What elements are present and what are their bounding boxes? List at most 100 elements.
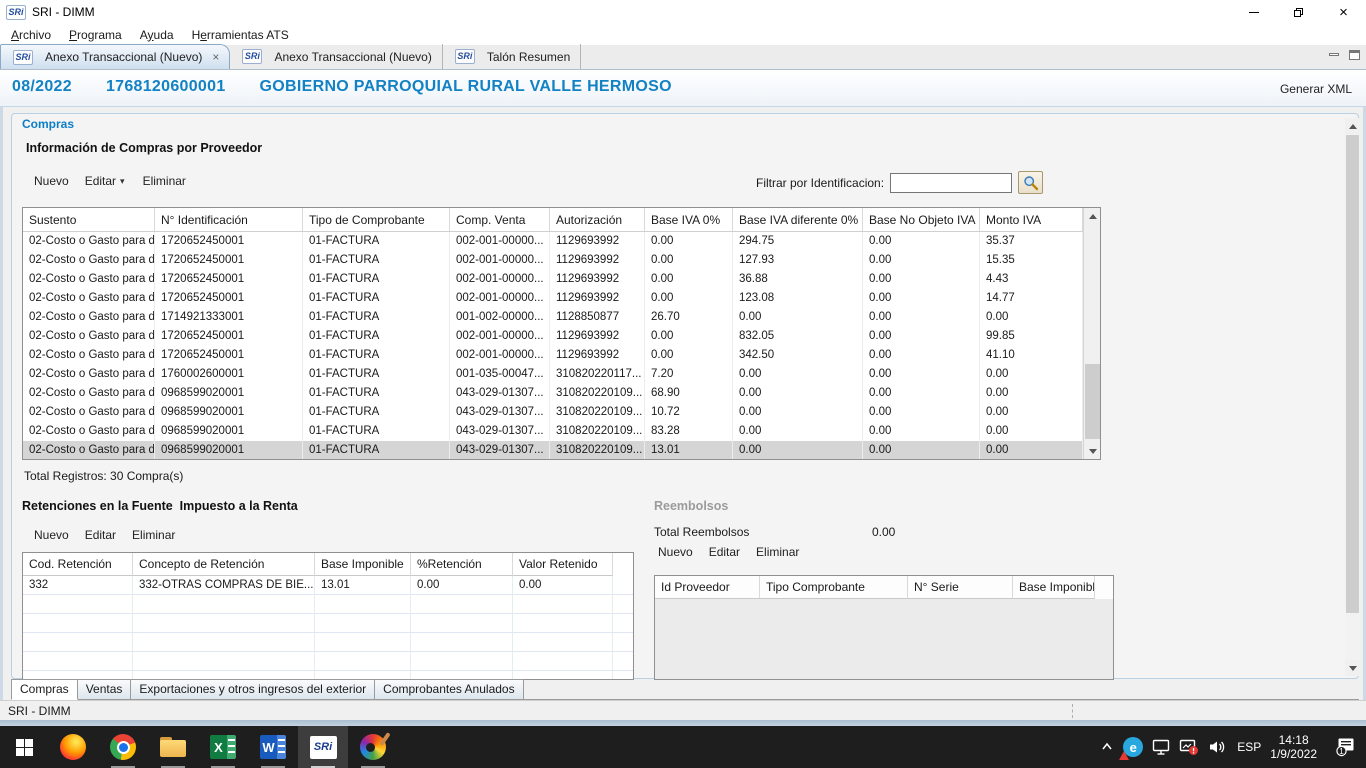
filter-input[interactable] (890, 173, 1012, 193)
column-header[interactable]: Base No Objeto IVA (863, 208, 980, 231)
column-header[interactable]: Sustento (23, 208, 155, 231)
table-row[interactable]: 02-Costo o Gasto para d...1720652450001 … (23, 327, 1083, 346)
volume-tray-button[interactable] (1208, 739, 1228, 755)
editar-dropdown-icon[interactable]: ▾ (118, 176, 135, 187)
minimize-button[interactable] (1231, 0, 1276, 24)
table-row[interactable]: 332332-OTRAS COMPRAS DE BIE... 13.010.00… (23, 576, 633, 595)
close-button[interactable]: × (1321, 0, 1366, 24)
menu-item[interactable]: Archivo (2, 26, 60, 44)
table-row[interactable]: 02-Costo o Gasto para d...0968599020001 … (23, 441, 1083, 460)
word-button[interactable]: W (248, 726, 298, 768)
column-header[interactable]: Concepto de Retención (133, 553, 315, 576)
reembolsos-toolbar: Nuevo Editar Eliminar (650, 542, 807, 562)
column-header[interactable]: Comp. Venta (450, 208, 550, 231)
chrome-button[interactable] (98, 726, 148, 768)
table-row[interactable]: 02-Costo o Gasto para d...0968599020001 … (23, 422, 1083, 441)
menu-item[interactable]: Herramientas ATS (183, 26, 298, 44)
tab-close-icon[interactable]: × (208, 50, 219, 64)
notification-center-button[interactable]: 1 (1326, 737, 1358, 757)
language-indicator[interactable]: ESP (1237, 740, 1261, 754)
empty-row (23, 595, 633, 614)
table-row[interactable]: 02-Costo o Gasto para d...1720652450001 … (23, 251, 1083, 270)
minimize-view-icon[interactable] (1329, 53, 1339, 56)
paint-palette-icon (360, 734, 386, 760)
table-row[interactable]: 02-Costo o Gasto para d...1720652450001 … (23, 232, 1083, 251)
paint-button[interactable] (348, 726, 398, 768)
retenciones-title: Retenciones en la Fuente Impuesto a la R… (22, 499, 298, 513)
reemb-eliminar-button[interactable]: Eliminar (748, 542, 807, 562)
network-tray-button[interactable] (1152, 739, 1170, 756)
notification-icon: 1 (1334, 737, 1358, 757)
nuevo-button[interactable]: Nuevo (26, 171, 77, 191)
column-header[interactable]: Tipo de Comprobante (303, 208, 450, 231)
start-button[interactable] (0, 726, 48, 768)
bottom-tab[interactable]: Exportaciones y otros ingresos del exter… (130, 679, 375, 699)
generar-xml-button[interactable]: Generar XML (1280, 82, 1352, 96)
arrow-up-icon (1089, 214, 1097, 219)
column-header[interactable]: Base IVA diferente 0% (733, 208, 863, 231)
excel-button[interactable]: X (198, 726, 248, 768)
column-header[interactable]: Tipo Comprobante (760, 576, 908, 599)
scroll-down-button[interactable] (1084, 443, 1101, 459)
table-row[interactable]: 02-Costo o Gasto para d...1720652450001 … (23, 346, 1083, 365)
tab-anexo-transaccional-2[interactable]: SRi Anexo Transaccional (Nuevo) (230, 44, 442, 69)
view-buttons (1329, 50, 1360, 60)
retenciones-table-body: 332332-OTRAS COMPRAS DE BIE... 13.010.00… (23, 576, 633, 595)
security-alert-tray-button[interactable] (1179, 738, 1199, 756)
menu-item[interactable]: Programa (60, 26, 131, 44)
editar-button[interactable]: Editar (77, 171, 118, 191)
eliminar-button[interactable]: Eliminar (135, 171, 194, 191)
column-header[interactable]: Base IVA 0% (645, 208, 733, 231)
table-row[interactable]: 02-Costo o Gasto para d...1760002600001 … (23, 365, 1083, 384)
column-header[interactable]: %Retención (411, 553, 513, 576)
column-header[interactable]: Autorización (550, 208, 645, 231)
maximize-view-icon[interactable] (1349, 50, 1360, 60)
compras-group: Compras Información de Compras por Prove… (11, 113, 1359, 679)
bottom-tab[interactable]: Compras (11, 679, 78, 700)
tray-expand-button[interactable] (1100, 740, 1114, 754)
column-header[interactable]: Valor Retenido (513, 553, 613, 576)
column-header[interactable]: Monto IVA (980, 208, 1083, 231)
column-header[interactable]: Base Imponible (1013, 576, 1095, 599)
compras-table-body: 02-Costo o Gasto para d...1720652450001 … (23, 232, 1083, 460)
sri-dimm-button[interactable]: SRi (298, 726, 348, 768)
scrollbar-thumb[interactable] (1085, 364, 1100, 439)
table-row[interactable]: 02-Costo o Gasto para d...1714921333001 … (23, 308, 1083, 327)
menu-item[interactable]: Ayuda (131, 26, 183, 44)
table-row[interactable]: 02-Costo o Gasto para d...1720652450001 … (23, 289, 1083, 308)
tab-anexo-transaccional-1[interactable]: SRi Anexo Transaccional (Nuevo) × (0, 44, 230, 69)
table-row[interactable]: 02-Costo o Gasto para d...1720652450001 … (23, 270, 1083, 289)
scroll-up-button[interactable] (1084, 208, 1101, 224)
clock[interactable]: 14:18 1/9/2022 (1270, 733, 1317, 761)
sri-icon: SRi (310, 736, 337, 759)
title-bar: SRi SRI - DIMM × (0, 0, 1366, 24)
status-text: SRI - DIMM (8, 704, 71, 718)
scroll-up-button[interactable] (1345, 118, 1360, 134)
retenciones-table-header: Cod. RetenciónConcepto de RetenciónBase … (23, 553, 633, 576)
bottom-tab[interactable]: Comprobantes Anulados (374, 679, 523, 699)
ret-nuevo-button[interactable]: Nuevo (26, 525, 77, 545)
bottom-tab[interactable]: Ventas (77, 679, 132, 699)
scrollbar-thumb[interactable] (1346, 135, 1359, 613)
table-row[interactable]: 02-Costo o Gasto para d...0968599020001 … (23, 384, 1083, 403)
reemb-nuevo-button[interactable]: Nuevo (650, 542, 701, 562)
column-header[interactable]: Cod. Retención (23, 553, 133, 576)
column-header[interactable]: N° Identificación (155, 208, 303, 231)
reemb-editar-button[interactable]: Editar (701, 542, 748, 562)
ret-eliminar-button[interactable]: Eliminar (124, 525, 183, 545)
tab-talon-resumen[interactable]: SRi Talón Resumen (443, 44, 581, 69)
restore-button[interactable] (1276, 0, 1321, 24)
column-header[interactable]: Id Proveedor (655, 576, 760, 599)
table-row[interactable]: 02-Costo o Gasto para d...0968599020001 … (23, 403, 1083, 422)
editor-tab-strip: SRi Anexo Transaccional (Nuevo) × SRi An… (0, 45, 1366, 70)
scroll-down-button[interactable] (1345, 660, 1360, 676)
file-explorer-button[interactable] (148, 726, 198, 768)
ret-editar-button[interactable]: Editar (77, 525, 124, 545)
column-header[interactable]: N° Serie (908, 576, 1013, 599)
eset-tray-button[interactable]: e (1123, 737, 1143, 757)
firefox-button[interactable] (48, 726, 98, 768)
retenciones-table: Cod. RetenciónConcepto de RetenciónBase … (22, 552, 634, 680)
column-header[interactable]: Base Imponible (315, 553, 411, 576)
search-button[interactable] (1018, 171, 1043, 194)
compras-table-header: SustentoN° IdentificaciónTipo de Comprob… (23, 208, 1100, 232)
